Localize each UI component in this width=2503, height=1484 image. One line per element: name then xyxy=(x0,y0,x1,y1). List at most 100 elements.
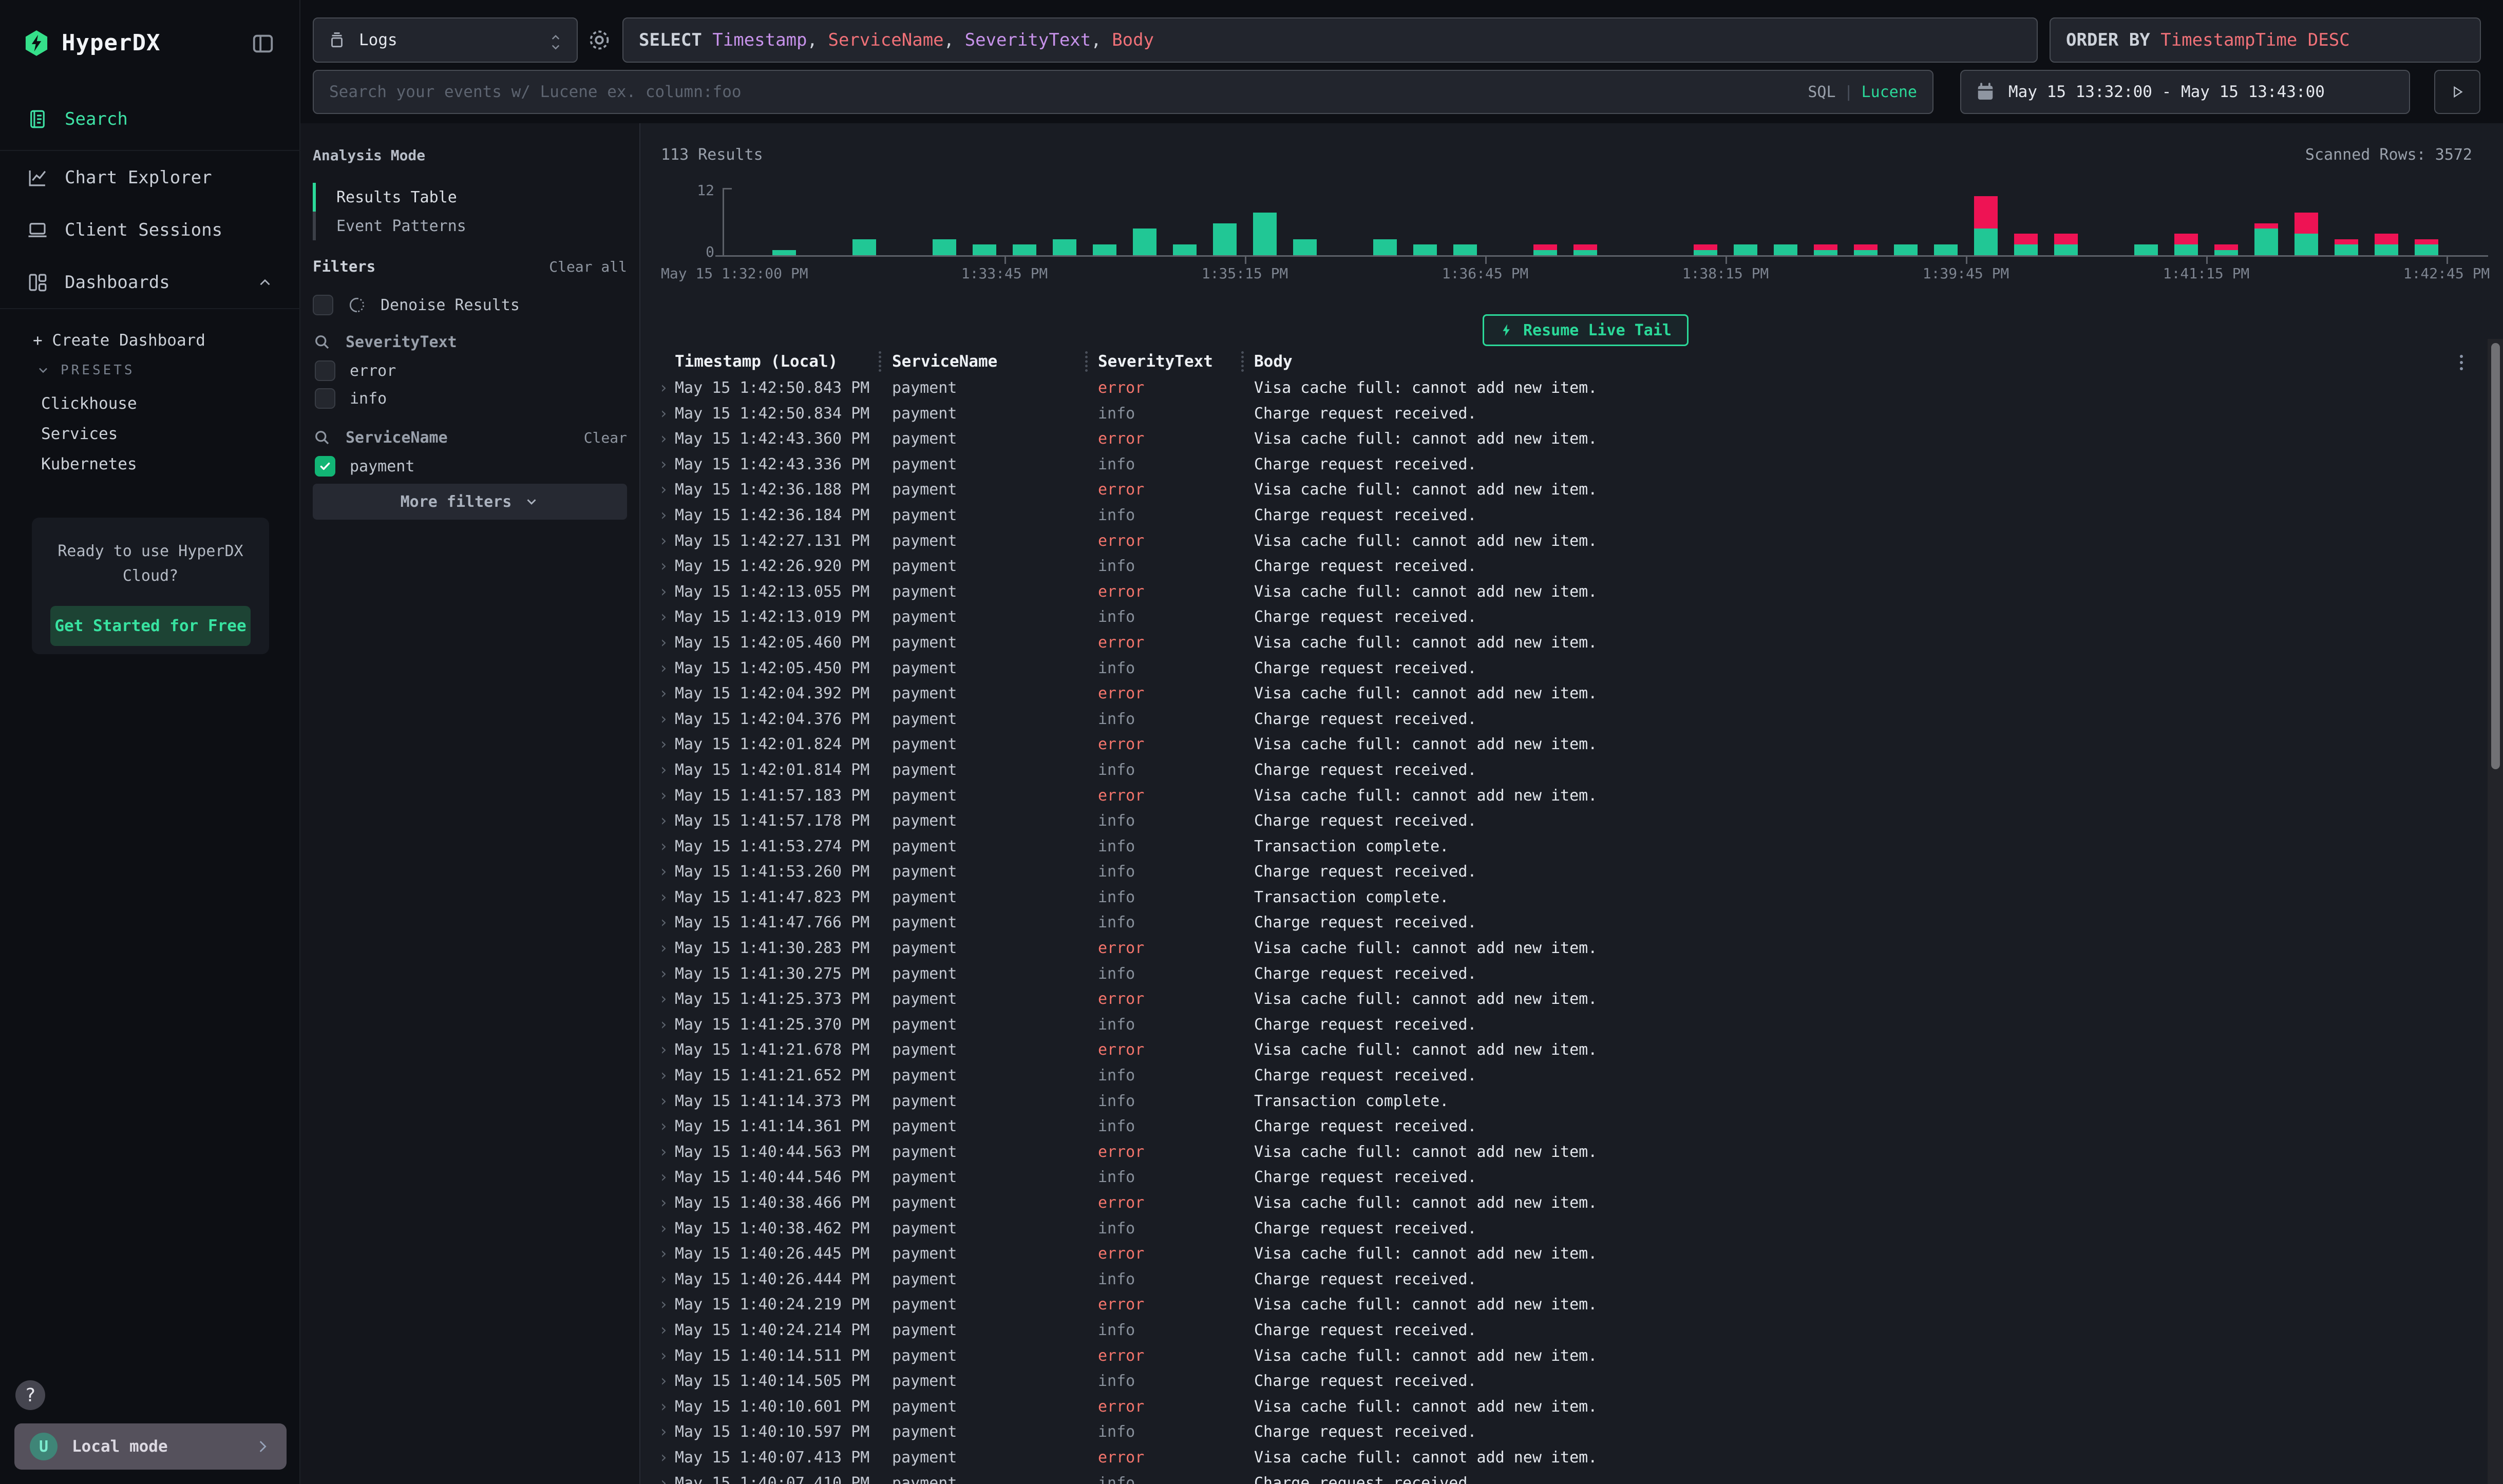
histogram-bar[interactable] xyxy=(1934,244,1958,255)
histogram-bar[interactable] xyxy=(772,250,796,255)
table-row[interactable]: ›May 15 1:42:26.920 PMpaymentinfoCharge … xyxy=(640,554,2487,580)
histogram-bar[interactable] xyxy=(1453,244,1477,255)
table-row[interactable]: ›May 15 1:41:47.766 PMpaymentinfoCharge … xyxy=(640,910,2487,936)
histogram-bar[interactable] xyxy=(1093,244,1116,255)
histogram-bar[interactable] xyxy=(1573,244,1597,255)
histogram-bar[interactable] xyxy=(1734,244,1757,255)
gear-icon[interactable] xyxy=(586,27,613,53)
table-row[interactable]: ›May 15 1:41:14.373 PMpaymentinfoTransac… xyxy=(640,1089,2487,1115)
table-row[interactable]: ›May 15 1:41:53.260 PMpaymentinfoCharge … xyxy=(640,860,2487,885)
table-row[interactable]: ›May 15 1:41:21.652 PMpaymentinfoCharge … xyxy=(640,1063,2487,1089)
histogram-bar[interactable] xyxy=(1213,223,1237,256)
table-row[interactable]: ›May 15 1:42:36.184 PMpaymentinfoCharge … xyxy=(640,503,2487,529)
histogram-bar[interactable] xyxy=(2174,234,2198,255)
column-resize-handle[interactable] xyxy=(1085,351,1088,372)
mode-sql[interactable]: SQL xyxy=(1808,83,1835,101)
histogram-bar[interactable] xyxy=(1694,244,1717,255)
histogram-bar[interactable] xyxy=(1974,196,1998,255)
table-row[interactable]: ›May 15 1:40:44.546 PMpaymentinfoCharge … xyxy=(640,1165,2487,1191)
histogram-bar[interactable] xyxy=(1013,244,1036,255)
table-row[interactable]: ›May 15 1:41:25.370 PMpaymentinfoCharge … xyxy=(640,1013,2487,1038)
histogram-bar[interactable] xyxy=(1053,239,1076,255)
column-header-body[interactable]: Body xyxy=(1254,352,1293,371)
histogram-bar[interactable] xyxy=(1854,244,1878,255)
tab-results-table[interactable]: Results Table xyxy=(313,183,628,212)
table-row[interactable]: ›May 15 1:42:13.019 PMpaymentinfoCharge … xyxy=(640,605,2487,631)
error-checkbox[interactable] xyxy=(315,360,335,381)
table-row[interactable]: ›May 15 1:40:26.444 PMpaymentinfoCharge … xyxy=(640,1267,2487,1293)
preset-item-kubernetes[interactable]: Kubernetes xyxy=(0,450,342,479)
histogram-bar[interactable] xyxy=(2014,234,2038,255)
table-row[interactable]: ›May 15 1:40:10.601 PMpaymenterrorVisa c… xyxy=(640,1395,2487,1420)
resume-live-tail-button[interactable]: Resume Live Tail xyxy=(1483,314,1689,346)
source-select[interactable]: Logs xyxy=(313,17,578,63)
table-row[interactable]: ›May 15 1:42:43.360 PMpaymenterrorVisa c… xyxy=(640,427,2487,452)
histogram-bar[interactable] xyxy=(1173,244,1197,255)
histogram-bar[interactable] xyxy=(1373,239,1397,255)
column-resize-handle[interactable] xyxy=(1241,351,1244,372)
table-row[interactable]: ›May 15 1:40:07.410 PMpaymentinfoCharge … xyxy=(640,1471,2487,1484)
denoise-checkbox[interactable] xyxy=(313,295,333,315)
histogram-bar[interactable] xyxy=(2254,223,2278,255)
table-row[interactable]: ›May 15 1:42:36.188 PMpaymenterrorVisa c… xyxy=(640,478,2487,503)
histogram-bar[interactable] xyxy=(2214,244,2238,255)
clear-all-link[interactable]: Clear all xyxy=(549,258,627,275)
table-scrollbar[interactable] xyxy=(2488,339,2503,1484)
histogram-bar[interactable] xyxy=(1253,213,1277,255)
user-menu[interactable]: U Local mode xyxy=(14,1423,287,1470)
table-row[interactable]: ›May 15 1:40:24.219 PMpaymenterrorVisa c… xyxy=(640,1292,2487,1318)
table-row[interactable]: ›May 15 1:40:26.445 PMpaymenterrorVisa c… xyxy=(640,1242,2487,1267)
table-row[interactable]: ›May 15 1:40:44.563 PMpaymenterrorVisa c… xyxy=(640,1140,2487,1166)
table-row[interactable]: ›May 15 1:42:05.460 PMpaymenterrorVisa c… xyxy=(640,631,2487,656)
table-options-kebab-icon[interactable] xyxy=(2453,352,2470,373)
table-row[interactable]: ›May 15 1:41:14.361 PMpaymentinfoCharge … xyxy=(640,1114,2487,1140)
preset-item-services[interactable]: Services xyxy=(0,420,342,448)
table-row[interactable]: ›May 15 1:40:38.462 PMpaymentinfoCharge … xyxy=(640,1216,2487,1242)
histogram-bar[interactable] xyxy=(2335,239,2358,255)
column-header-timestamp[interactable]: Timestamp (Local) xyxy=(675,352,838,371)
order-by-input[interactable]: ORDER BY TimestampTime DESC xyxy=(2050,17,2481,63)
sidebar-collapse-icon[interactable] xyxy=(251,32,275,54)
table-row[interactable]: ›May 15 1:42:04.392 PMpaymenterrorVisa c… xyxy=(640,681,2487,707)
table-row[interactable]: ›May 15 1:41:21.678 PMpaymenterrorVisa c… xyxy=(640,1038,2487,1063)
table-row[interactable]: ›May 15 1:40:07.413 PMpaymenterrorVisa c… xyxy=(640,1445,2487,1471)
clear-servicename-link[interactable]: Clear xyxy=(584,429,627,446)
histogram-bar[interactable] xyxy=(1413,244,1437,255)
column-resize-handle[interactable] xyxy=(879,351,881,372)
preset-item-clickhouse[interactable]: Clickhouse xyxy=(0,389,342,418)
sql-select-input[interactable]: SELECT Timestamp, ServiceName, SeverityT… xyxy=(622,17,2038,63)
histogram-bar[interactable] xyxy=(2054,234,2078,255)
histogram-bar[interactable] xyxy=(852,239,876,255)
histogram-bar[interactable] xyxy=(1774,244,1797,255)
sidebar-item-dashboards[interactable]: Dashboards xyxy=(0,257,300,308)
table-row[interactable]: ›May 15 1:42:43.336 PMpaymentinfoCharge … xyxy=(640,452,2487,478)
presets-toggle[interactable]: PRESETS xyxy=(0,356,336,384)
get-started-button[interactable]: Get Started for Free xyxy=(50,606,251,646)
table-row[interactable]: ›May 15 1:41:53.274 PMpaymentinfoTransac… xyxy=(640,834,2487,860)
histogram-bar[interactable] xyxy=(1814,244,1837,255)
table-row[interactable]: ›May 15 1:42:05.450 PMpaymentinfoCharge … xyxy=(640,656,2487,682)
payment-checkbox[interactable] xyxy=(315,456,335,477)
mode-lucene[interactable]: Lucene xyxy=(1862,83,1917,101)
histogram-bar[interactable] xyxy=(2415,239,2438,255)
histogram-bar[interactable] xyxy=(973,244,996,255)
table-row[interactable]: ›May 15 1:41:30.275 PMpaymentinfoCharge … xyxy=(640,962,2487,987)
histogram-bar[interactable] xyxy=(1533,244,1557,255)
table-row[interactable]: ›May 15 1:40:10.597 PMpaymentinfoCharge … xyxy=(640,1420,2487,1445)
table-row[interactable]: ›May 15 1:42:27.131 PMpaymenterrorVisa c… xyxy=(640,529,2487,555)
more-filters-button[interactable]: More filters xyxy=(313,484,627,520)
tab-event-patterns[interactable]: Event Patterns xyxy=(313,212,628,240)
table-row[interactable]: ›May 15 1:42:04.376 PMpaymentinfoCharge … xyxy=(640,707,2487,733)
histogram-bar[interactable] xyxy=(933,239,956,255)
histogram-bar[interactable] xyxy=(2134,244,2158,255)
column-header-servicename[interactable]: ServiceName xyxy=(892,352,997,371)
run-query-button[interactable] xyxy=(2434,70,2480,114)
table-row[interactable]: ›May 15 1:42:50.834 PMpaymentinfoCharge … xyxy=(640,402,2487,427)
sidebar-item-search[interactable]: Search xyxy=(0,93,300,145)
table-row[interactable]: ›May 15 1:42:01.824 PMpaymenterrorVisa c… xyxy=(640,732,2487,758)
lucene-search-input[interactable]: Search your events w/ Lucene ex. column:… xyxy=(313,70,1933,114)
histogram-bar[interactable] xyxy=(1293,239,1317,255)
table-row[interactable]: ›May 15 1:40:38.466 PMpaymenterrorVisa c… xyxy=(640,1191,2487,1216)
histogram-bar[interactable] xyxy=(1133,229,1156,255)
info-checkbox[interactable] xyxy=(315,388,335,409)
